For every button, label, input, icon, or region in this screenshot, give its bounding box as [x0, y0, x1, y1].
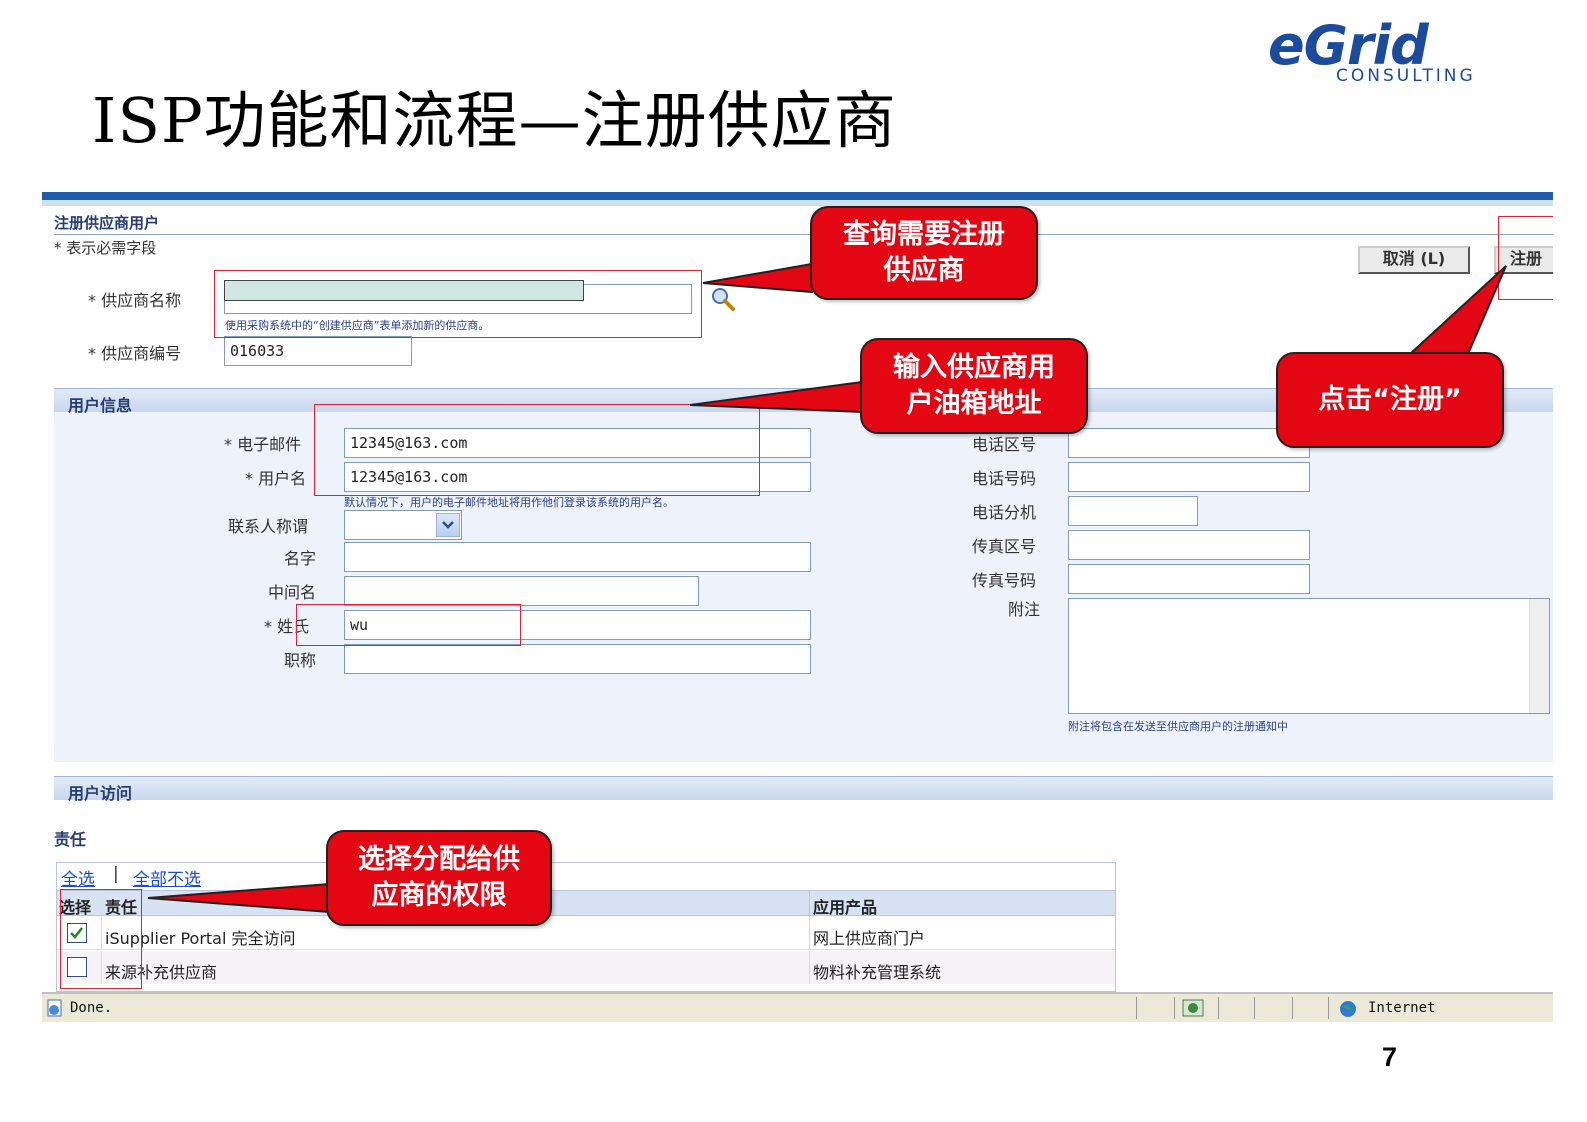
callout-pointers	[147, 262, 1507, 914]
page-number: 7	[1382, 1042, 1398, 1072]
callout-enter-email: 输入供应商用 户油箱地址	[860, 338, 1088, 434]
callout-select-permissions: 选择分配给供 应商的权限	[326, 830, 552, 926]
callout-query-supplier: 查询需要注册 供应商	[810, 206, 1038, 300]
callout-click-register: 点击“注册”	[1276, 352, 1504, 448]
